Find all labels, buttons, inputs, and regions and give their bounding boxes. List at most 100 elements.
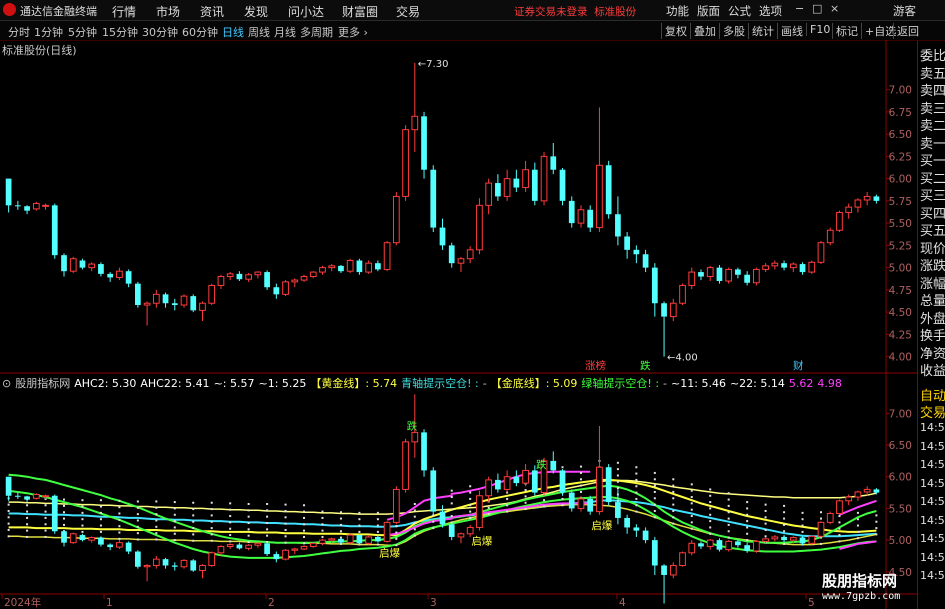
tf-timeshare[interactable]: 分时 bbox=[8, 24, 30, 40]
band-dot bbox=[321, 510, 324, 513]
sidebar-time: 14:56 bbox=[920, 458, 945, 471]
close-button[interactable]: × bbox=[830, 2, 839, 15]
band-dot bbox=[635, 485, 638, 488]
candle-body bbox=[291, 279, 299, 283]
candle-body bbox=[466, 249, 474, 260]
menu-quotes[interactable]: 行情 bbox=[112, 3, 136, 20]
menu-function[interactable]: 功能 bbox=[666, 3, 689, 19]
band-dot bbox=[746, 513, 749, 516]
sidebar-item[interactable]: 外盘 bbox=[920, 308, 945, 327]
sidebar-item[interactable]: 涨跌 bbox=[920, 255, 945, 274]
band-dot bbox=[266, 528, 269, 531]
main-y-tick-label: 4.50 bbox=[889, 307, 912, 319]
band-dot bbox=[856, 518, 859, 521]
btn-back[interactable]: 返回 bbox=[893, 23, 919, 39]
band-dot bbox=[413, 515, 416, 518]
sidebar-item[interactable]: 买三 bbox=[920, 185, 945, 204]
sidebar-item[interactable]: 现价 bbox=[920, 238, 945, 257]
btn-mark[interactable]: 标记 bbox=[832, 23, 858, 39]
ind-candle-body bbox=[495, 479, 501, 490]
sidebar-item[interactable]: 净资 bbox=[920, 343, 945, 362]
menu-discover[interactable]: 发现 bbox=[244, 3, 268, 20]
tf-1min[interactable]: 1分钟 bbox=[34, 24, 63, 40]
sidebar-item[interactable]: 卖四 bbox=[920, 80, 945, 99]
band-dot bbox=[376, 518, 379, 521]
menu-layout[interactable]: 版面 bbox=[697, 3, 720, 19]
tf-60min[interactable]: 60分钟 bbox=[182, 24, 218, 40]
maximize-button[interactable]: □ bbox=[812, 2, 822, 15]
ind-candle-body bbox=[162, 559, 169, 566]
tf-monthly[interactable]: 月线 bbox=[274, 24, 296, 40]
menu-trade[interactable]: 交易 bbox=[396, 3, 420, 20]
btn-multi-stock[interactable]: 多股 bbox=[719, 23, 745, 39]
sidebar-item[interactable]: 总量 bbox=[920, 290, 945, 309]
band-dot bbox=[321, 529, 324, 532]
ind-candle-body bbox=[725, 540, 733, 551]
menu-market[interactable]: 市场 bbox=[156, 3, 180, 20]
ind-candle-body bbox=[513, 476, 520, 484]
band-dot bbox=[44, 529, 47, 532]
menu-ask-xiaoda[interactable]: 问小达 bbox=[288, 3, 324, 20]
sidebar-item[interactable]: 卖一 bbox=[920, 133, 945, 152]
main-y-tick-label: 4.75 bbox=[889, 285, 912, 297]
band-dot bbox=[136, 513, 139, 516]
btn-f10[interactable]: F10 bbox=[806, 23, 830, 36]
band-dot bbox=[561, 497, 564, 500]
btn-adjust[interactable]: 复权 bbox=[661, 23, 687, 39]
sidebar-item[interactable]: 换手 bbox=[920, 325, 945, 344]
sidebar-item[interactable]: 卖五 bbox=[920, 63, 945, 82]
band-dot bbox=[469, 497, 472, 500]
tf-5min[interactable]: 5分钟 bbox=[68, 24, 97, 40]
sidebar-item[interactable]: 买二 bbox=[920, 168, 945, 187]
band-dot bbox=[118, 531, 121, 534]
menu-options[interactable]: 选项 bbox=[759, 3, 782, 19]
band-dot bbox=[376, 530, 379, 533]
ind-candle-body bbox=[485, 479, 493, 497]
band-dot bbox=[690, 527, 693, 530]
minimize-button[interactable]: − bbox=[795, 2, 804, 15]
btn-overlay[interactable]: 叠加 bbox=[690, 23, 716, 39]
menu-formula[interactable]: 公式 bbox=[728, 3, 751, 19]
tf-multi-period[interactable]: 多周期 bbox=[300, 24, 333, 40]
band-dot bbox=[155, 506, 158, 509]
sidebar-item[interactable]: 涨幅 bbox=[920, 273, 945, 292]
tf-30min[interactable]: 30分钟 bbox=[142, 24, 178, 40]
menu-news[interactable]: 资讯 bbox=[200, 3, 224, 20]
indicator-dropdown-icon[interactable]: ⊙ bbox=[2, 377, 11, 390]
band-dot bbox=[783, 542, 786, 545]
sidebar-item[interactable]: 收益 bbox=[920, 360, 945, 379]
btn-statistics[interactable]: 统计 bbox=[748, 23, 774, 39]
btn-draw-line[interactable]: 画线 bbox=[777, 23, 803, 39]
band-dot bbox=[616, 474, 619, 477]
sidebar-item[interactable]: 卖三 bbox=[920, 98, 945, 117]
sidebar-bottom-item[interactable]: 交易 bbox=[920, 402, 945, 421]
band-dot bbox=[192, 539, 195, 542]
band-dot bbox=[653, 484, 656, 487]
band-dot bbox=[210, 514, 213, 517]
sidebar-item[interactable]: 买五 bbox=[920, 220, 945, 239]
candle-body bbox=[152, 293, 160, 304]
candle-body bbox=[392, 195, 400, 244]
sidebar-item[interactable]: 委比 bbox=[920, 45, 945, 64]
btn-add-watchlist[interactable]: +自选 bbox=[861, 23, 896, 39]
band-dot bbox=[875, 533, 878, 536]
band-dot bbox=[709, 532, 712, 535]
candle-body bbox=[808, 261, 816, 273]
candle-body bbox=[698, 272, 704, 277]
tf-more[interactable]: 更多 › bbox=[338, 24, 368, 40]
chart-canvas[interactable]: 7.00 6.75 6.50 6.25 6.00 5.75 5.50 5.25 5.00 4.75… bbox=[0, 40, 917, 609]
band-dot bbox=[709, 507, 712, 510]
band-dot bbox=[413, 502, 416, 505]
tf-15min[interactable]: 15分钟 bbox=[102, 24, 138, 40]
menu-wealth-circle[interactable]: 财富圈 bbox=[342, 3, 378, 20]
user-label[interactable]: 游客 bbox=[893, 3, 916, 19]
sidebar-item[interactable]: 买四 bbox=[920, 203, 945, 222]
sidebar-item[interactable]: 卖二 bbox=[920, 115, 945, 134]
sidebar-item[interactable]: 买一 bbox=[920, 150, 945, 169]
tf-daily[interactable]: 日线 bbox=[222, 24, 244, 40]
candle-body bbox=[98, 264, 104, 274]
indicator-name[interactable]: 股朋指标网 bbox=[15, 377, 70, 390]
login-status[interactable]: 证券交易未登录 标准股份 bbox=[514, 4, 636, 19]
ind-candle-body bbox=[633, 527, 640, 531]
tf-weekly[interactable]: 周线 bbox=[248, 24, 270, 40]
